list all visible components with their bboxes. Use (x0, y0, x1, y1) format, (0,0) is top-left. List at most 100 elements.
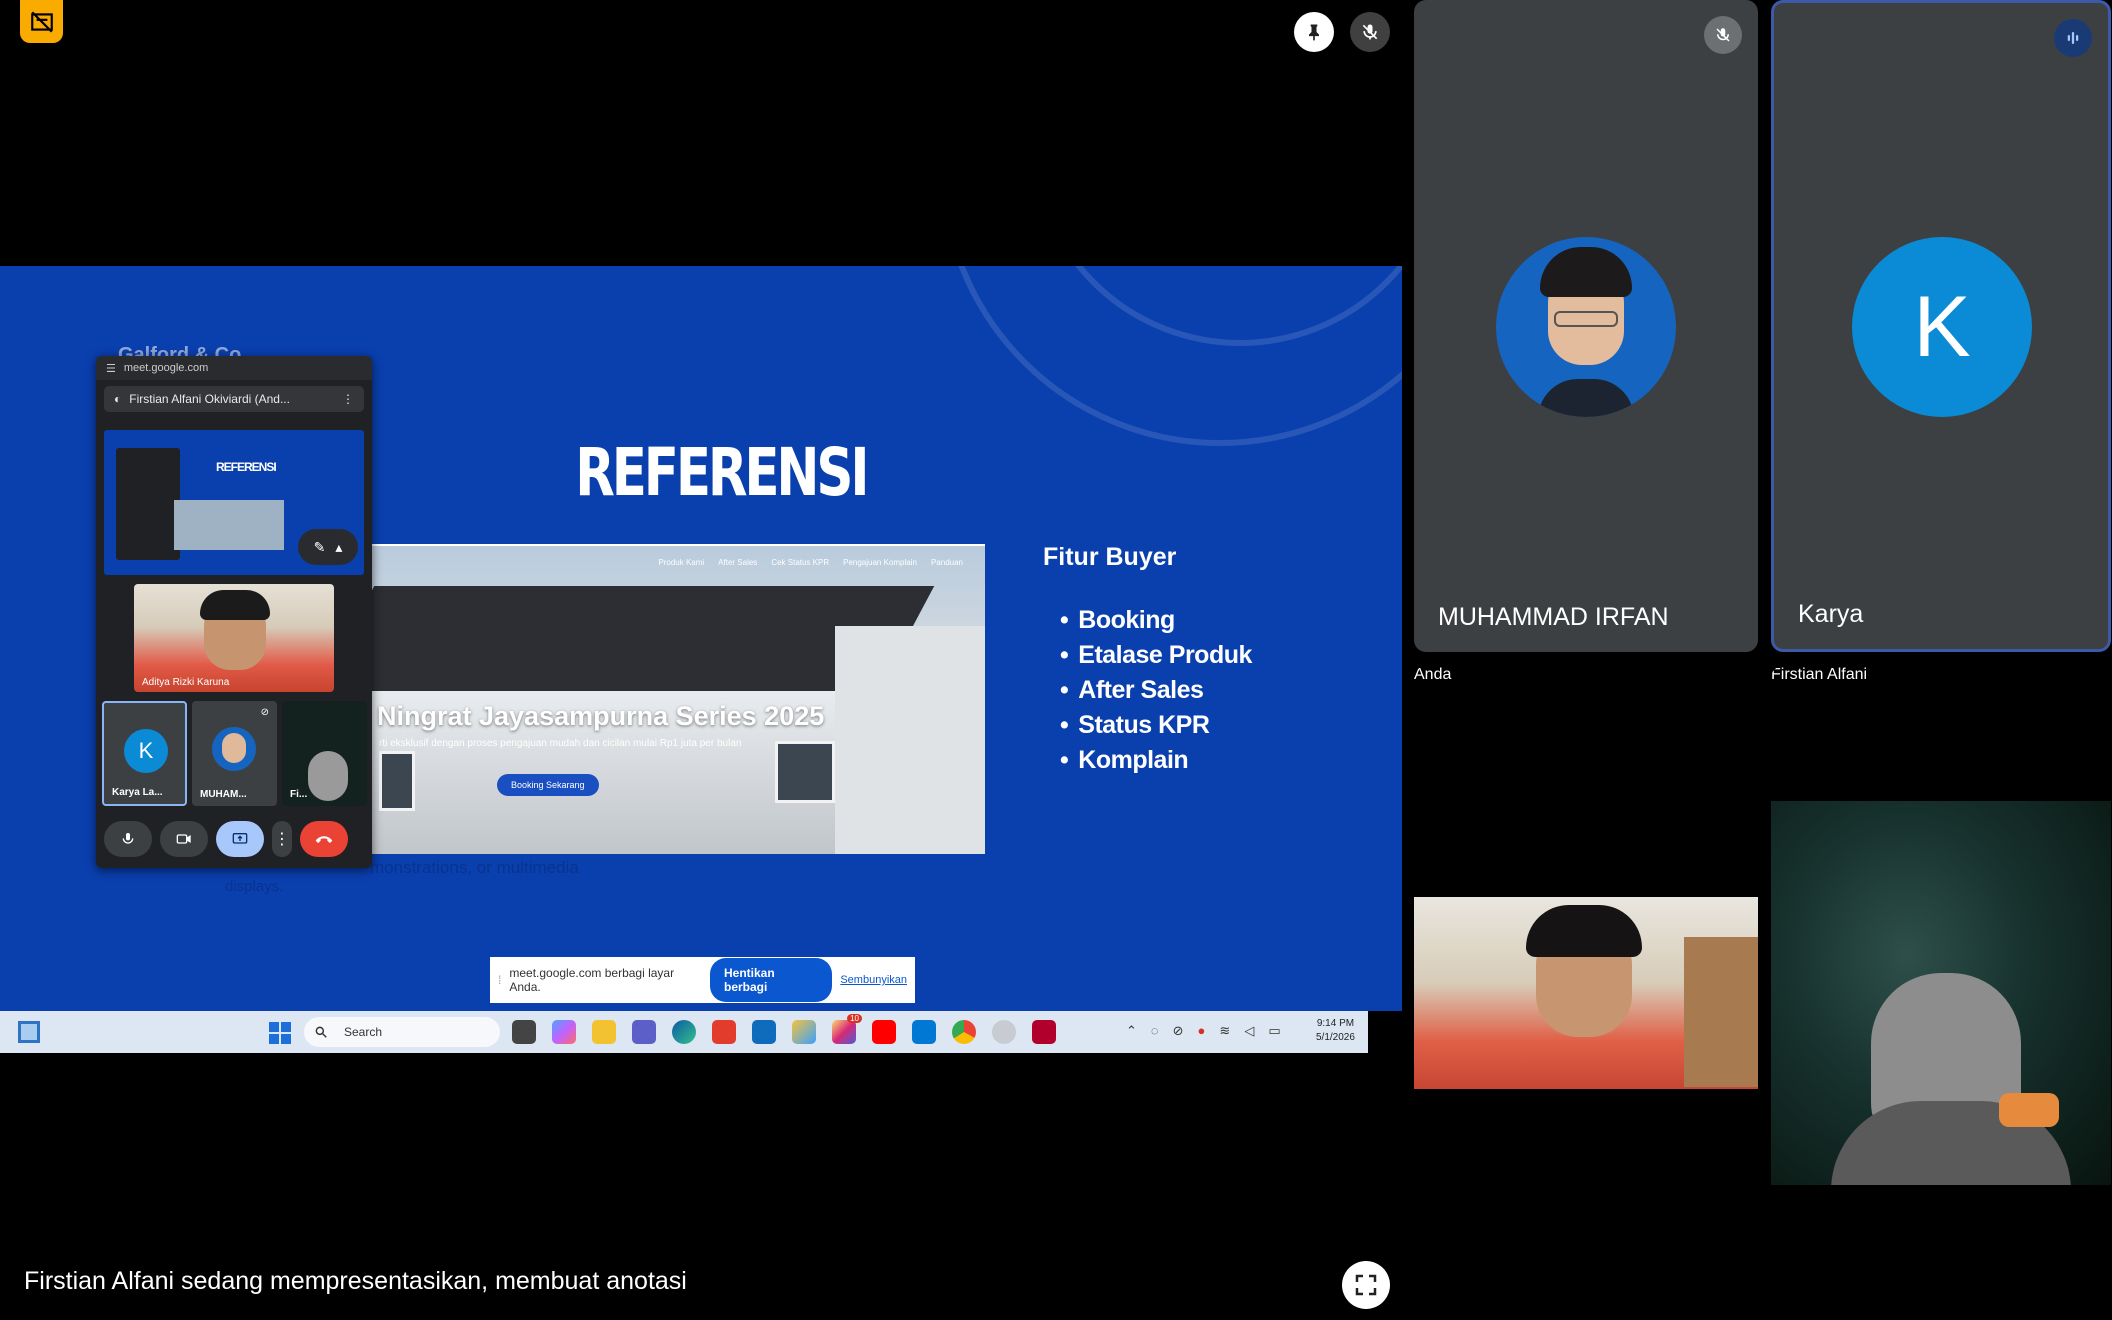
widgets-icon[interactable] (18, 1021, 40, 1043)
store-icon[interactable] (792, 1020, 816, 1044)
pip-tile-muhammad[interactable]: ⊘ MUHAM... (192, 701, 277, 806)
pip-avatar: K (124, 729, 168, 773)
vscode-icon[interactable] (912, 1020, 936, 1044)
avatar (1496, 237, 1676, 417)
pip-url: meet.google.com (123, 362, 209, 374)
pip-nested-window (116, 448, 180, 560)
outlook-icon[interactable] (752, 1020, 776, 1044)
pip-window[interactable]: ☰ meet.google.com ◐ Firstian Alfani Okiv… (96, 356, 372, 868)
app-icon[interactable] (992, 1020, 1016, 1044)
participant-tile-anda[interactable]: Anda (1414, 666, 1758, 1320)
participant-tile-karya[interactable]: K Karya (1771, 0, 2111, 652)
hero-nav-item[interactable]: Panduan (931, 558, 963, 567)
presenter-caption: Firstian Alfani sedang mempresentasikan,… (24, 1267, 687, 1295)
mic-button[interactable] (104, 821, 152, 857)
pin-icon[interactable] (1294, 12, 1334, 52)
windows-start-icon[interactable] (269, 1022, 291, 1044)
copilot-icon[interactable] (552, 1020, 576, 1044)
system-tray: ⌃ ◌ ⊘ ● ≋ ◁ ▭ (1126, 1023, 1281, 1039)
file-explorer-icon[interactable] (592, 1020, 616, 1044)
share-message: meet.google.com berbagi layar Anda. (509, 966, 675, 994)
edge-icon[interactable] (672, 1020, 696, 1044)
app-icon[interactable] (712, 1020, 736, 1044)
hero-nav-item[interactable]: Produk Kami (658, 558, 704, 567)
hero-wall (835, 626, 985, 854)
eye-off-icon[interactable]: ⊘ (1173, 1023, 1184, 1039)
chevron-up-icon[interactable]: ⌃ (1126, 1023, 1137, 1039)
fitur-item: After Sales (1060, 676, 1252, 705)
hero-nav: Produk Kami After Sales Cek Status KPR P… (658, 558, 963, 567)
mic-icon (122, 833, 134, 844)
hero-nav-item[interactable]: Cek Status KPR (771, 558, 829, 567)
clock-time: 9:14 PM (1316, 1018, 1355, 1029)
taskbar-clock[interactable]: 9:14 PM 5/1/2026 (1316, 1017, 1355, 1045)
no-recording-icon[interactable] (20, 0, 63, 43)
search-icon (315, 1026, 327, 1038)
taskbar-search[interactable]: Search (304, 1017, 500, 1047)
app-icon[interactable] (1032, 1020, 1056, 1044)
pip-tab[interactable]: ◐ Firstian Alfani Okiviardi (And... ⋮ (104, 386, 364, 412)
instagram-icon[interactable]: 10 (832, 1014, 862, 1044)
pip-avatar-photo (212, 727, 256, 771)
fitur-item: Status KPR (1060, 711, 1252, 740)
participant-name: Karya (1798, 600, 1864, 628)
present-button[interactable] (216, 821, 264, 857)
taskbar-apps: 10 (512, 1014, 1056, 1044)
drag-handle-icon[interactable]: ⁞ (498, 973, 501, 987)
hero-nav-item[interactable]: After Sales (718, 558, 757, 567)
pip-tile-karya[interactable]: K Karya La... (102, 701, 187, 806)
mic-off-icon[interactable] (1704, 16, 1742, 54)
slide-title: REFERENSI (575, 434, 869, 511)
present-icon (232, 833, 248, 844)
pip-camera-feed: Aditya Rizki Karuna (134, 584, 334, 692)
volume-icon[interactable]: ◁ (1244, 1023, 1254, 1039)
participant-tile-firstian-alfani[interactable]: Firstian Alfani (1771, 666, 2111, 1320)
fitur-item: Etalase Produk (1060, 641, 1252, 670)
teams-icon[interactable] (632, 1020, 656, 1044)
youtube-icon[interactable] (872, 1020, 896, 1044)
meet-icon: ◐ (114, 392, 122, 406)
task-view-icon[interactable] (512, 1020, 536, 1044)
chevron-up-icon: ▴ (335, 538, 343, 555)
mic-icon[interactable]: ● (1198, 1023, 1206, 1039)
hide-share-bar-link[interactable]: Sembunyikan (840, 974, 907, 986)
windows-taskbar: Search 10 ⌃ ◌ ⊘ ● ≋ ◁ ▭ 9:14 PM 5/1/2026 (0, 1011, 1368, 1053)
battery-icon[interactable]: ▭ (1268, 1023, 1280, 1039)
participant-name: Anda (1414, 666, 1452, 683)
hero-booking-button[interactable]: Booking Sekarang (497, 774, 599, 796)
person-hair (200, 590, 270, 620)
pip-camera-label: Aditya Rizki Karuna (142, 677, 230, 688)
fitur-list: Booking Etalase Produk After Sales Statu… (1060, 606, 1252, 781)
annotate-button[interactable]: ✎ ▴ (298, 529, 358, 565)
pip-controls: ⋮ (104, 821, 348, 857)
participant-tile-muhammad-irfan[interactable]: MUHAMMAD IRFAN (1414, 0, 1758, 652)
more-vert-icon[interactable]: ⋮ (342, 392, 354, 406)
pip-tile-firstian[interactable]: Fi... (282, 701, 367, 806)
camera-button[interactable] (160, 821, 208, 857)
mic-off-icon[interactable] (1350, 12, 1390, 52)
participant-name: Firstian Alfani (1771, 666, 1868, 683)
camera-icon (176, 834, 191, 844)
participant-video-feed (1771, 801, 2111, 1185)
person-silhouette (308, 751, 348, 801)
fullscreen-icon[interactable] (1342, 1261, 1390, 1309)
slide-ghost-text: monstrations, or multimedia (370, 858, 579, 877)
more-vert-icon: ⋮ (274, 831, 290, 848)
presentation-stage: Galford & Co REFERENSI Produk Kami After… (0, 0, 1402, 1320)
wifi-icon[interactable]: ≋ (1219, 1023, 1230, 1039)
hero-nav-item[interactable]: Pengajuan Komplain (843, 558, 917, 567)
chrome-icon[interactable] (952, 1020, 976, 1044)
pip-tile-label: Karya La... (112, 787, 163, 798)
fitur-title: Fitur Buyer (1043, 543, 1177, 571)
hero-heading: Ningrat Jayasampurna Series 2025 (377, 701, 825, 731)
settings-icon[interactable]: ☰ (106, 362, 116, 375)
audio-level-icon[interactable] (2054, 19, 2092, 57)
more-options-button[interactable]: ⋮ (272, 821, 292, 857)
hero-subtitle: rti eksklusif dengan proses pengajuan mu… (379, 738, 742, 749)
pip-tile-label: MUHAM... (200, 789, 247, 800)
share-notification-bar: ⁞ meet.google.com berbagi layar Anda. He… (490, 957, 915, 1003)
stop-sharing-button[interactable]: Hentikan berbagi (710, 958, 833, 1002)
notification-badge: 10 (847, 1014, 862, 1023)
end-call-button[interactable] (300, 821, 348, 857)
tray-icon[interactable]: ◌ (1151, 1023, 1159, 1039)
